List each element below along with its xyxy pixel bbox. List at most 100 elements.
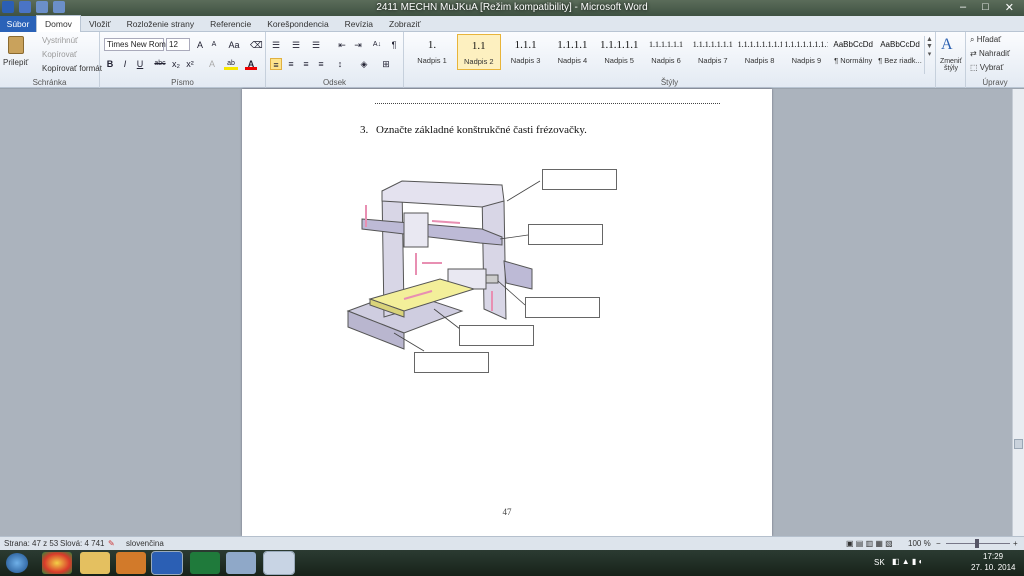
highlight-button[interactable]: ab [224,58,238,70]
style-8[interactable]: 1.1.1.1.1.1.1.1 Nadpis 8 [738,34,782,70]
label-box-5[interactable] [414,352,489,373]
explorer-icon[interactable] [80,552,110,574]
tab-file[interactable]: Súbor [0,15,36,32]
excel-taskbar-icon[interactable] [190,552,220,574]
style-7[interactable]: 1.1.1.1.1.1.1 Nadpis 7 [691,34,735,70]
select-button[interactable]: ⬚ Vybrať [970,63,1003,72]
minimize-button[interactable]: – [960,1,966,14]
numbering-icon[interactable]: ☰ [290,39,302,51]
replace-button[interactable]: ⇄ Nahradiť [970,49,1010,58]
label-box-4[interactable] [459,325,534,346]
style-name: Nadpis 1 [417,56,447,65]
decrease-indent-icon[interactable]: ⇤ [336,39,348,51]
app-taskbar-icon[interactable] [226,552,256,574]
cut-button[interactable]: Vystrihnúť [42,36,78,45]
document-workspace[interactable]: 3. Označte základné konštrukčné časti fré… [0,89,1012,536]
chrome-icon[interactable] [42,552,72,574]
shrink-font-button[interactable]: A [208,39,220,51]
font-size-select[interactable]: 12 [166,38,190,51]
format-painter-button[interactable]: Kopírovať formát [42,64,102,73]
document-taskbar-icon[interactable] [263,551,295,575]
start-button[interactable] [6,553,28,573]
tab-review[interactable]: Revízia [337,16,381,32]
tab-references[interactable]: Referencie [202,16,259,32]
align-left-icon[interactable]: ≡ [270,58,282,70]
scrollbar-thumb[interactable] [1014,439,1023,449]
tab-view[interactable]: Zobraziť [381,16,429,32]
style-preview: 1.1.1.1.1 [599,39,639,51]
superscript-button[interactable]: x² [184,58,196,70]
close-button[interactable]: ✕ [1005,1,1014,14]
justify-icon[interactable]: ≡ [315,58,327,70]
tab-home[interactable]: Domov [36,15,81,32]
word-taskbar-icon[interactable] [151,551,183,575]
style-11[interactable]: AaBbCcDd ¶ Bez riadk... [878,34,922,70]
label-box-1[interactable] [542,169,617,190]
clock-date[interactable]: 27. 10. 2014 [971,563,1015,572]
media-player-icon[interactable] [116,552,146,574]
style-6[interactable]: 1.1.1.1.1.1 Nadpis 6 [644,34,688,70]
borders-icon[interactable]: ⊞ [380,58,392,70]
subscript-button[interactable]: x₂ [170,58,182,70]
paragraph-group: ☰ ☰ ☰ ⇤ ⇥ A↓ ¶ ≡ ≡ ≡ ≡ ↕ ◈ ⊞ Odsek [266,32,404,88]
grow-font-button[interactable]: A [194,39,206,51]
tray-icons[interactable]: ◧ ▲ ▮ ◐ [892,557,923,566]
document-page[interactable]: 3. Označte základné konštrukčné časti fré… [242,89,772,536]
zoom-out-button[interactable]: − [936,539,941,548]
label-box-3[interactable] [525,297,600,318]
style-2[interactable]: 1.1 Nadpis 2 [456,34,501,70]
align-right-icon[interactable]: ≡ [300,58,312,70]
language-indicator[interactable]: slovenčina [126,539,164,548]
clock-time[interactable]: 17:29 [983,552,1003,561]
sort-button[interactable]: A↓ [370,39,384,51]
font-color-button[interactable]: A [245,58,257,70]
zoom-level[interactable]: 100 % [908,539,931,548]
italic-button[interactable]: I [119,58,131,70]
font-name-select[interactable]: Times New Rom. [104,38,168,51]
align-center-icon[interactable]: ≡ [285,58,297,70]
tab-page-layout[interactable]: Rozloženie strany [119,16,203,32]
side-housing [503,260,533,290]
text-effects-icon[interactable]: A [206,58,218,70]
strikethrough-button[interactable]: abc [152,58,168,70]
styles-group-label: Štýly [660,78,679,87]
style-3[interactable]: 1.1.1 Nadpis 3 [504,34,548,70]
word-count[interactable]: Slová: 4 741 [60,539,104,548]
paste-icon[interactable] [8,36,24,54]
increase-indent-icon[interactable]: ⇥ [352,39,364,51]
clear-format-icon[interactable]: ⌫ [250,39,263,51]
proofing-icon[interactable]: ✎ [108,539,115,548]
view-buttons[interactable]: ▣ ▤ ▥ ▦ ▧ [846,539,893,548]
multilevel-list-icon[interactable]: ☰ [310,39,322,51]
shading-icon[interactable]: ◈ [358,58,370,70]
style-4[interactable]: 1.1.1.1 Nadpis 4 [550,34,594,70]
line-spacing-icon[interactable]: ↕ [334,58,346,70]
styles-scroll[interactable]: ▲ ▼ ▾ [924,36,934,74]
find-button[interactable]: ⌕ Hľadať [970,35,1001,45]
window-title: 2411 MECHN MuJKuA [Režim kompatibility] … [376,2,648,13]
zoom-in-button[interactable]: + [1013,539,1018,548]
vertical-scrollbar[interactable] [1012,89,1024,536]
tab-mailings[interactable]: Korešpondencia [259,16,336,32]
bold-button[interactable]: B [104,58,116,70]
style-preview: 1.1.1 [514,39,537,51]
change-styles-icon[interactable]: A [941,36,953,54]
style-5[interactable]: 1.1.1.1.1 Nadpis 5 [597,34,641,70]
tab-insert[interactable]: Vložiť [81,16,119,32]
find-icon: ⌕ [970,35,977,44]
label-box-2[interactable] [528,224,603,245]
style-9[interactable]: 1.1.1.1.1.1.1.1.1 Nadpis 9 [784,34,828,70]
change-case-button[interactable]: Aa [226,39,242,51]
style-1[interactable]: 1. Nadpis 1 [410,34,454,70]
underline-button[interactable]: U [134,58,146,70]
maximize-button[interactable]: □ [982,1,989,14]
paste-button[interactable]: Prilepiť [3,58,28,67]
bullets-icon[interactable]: ☰ [270,39,282,51]
show-marks-button[interactable]: ¶ [388,39,400,51]
change-styles-button[interactable]: Zmeniť štýly [938,58,964,72]
copy-button[interactable]: Kopírovať [42,50,77,59]
page-count[interactable]: Strana: 47 z 53 [4,539,58,548]
zoom-slider-thumb[interactable] [975,539,979,548]
style-10[interactable]: AaBbCcDd ¶ Normálny [831,34,875,70]
language-bar[interactable]: SK [874,558,885,567]
